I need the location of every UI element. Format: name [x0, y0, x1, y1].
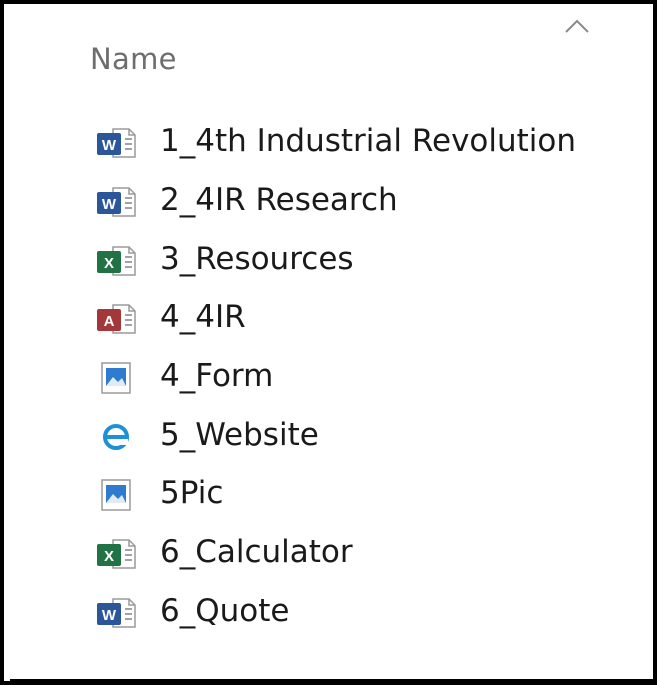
file-row[interactable]: X 6_Calculator [4, 525, 653, 584]
image-file-icon [101, 479, 131, 512]
svg-text:A: A [104, 313, 115, 330]
internet-explorer-icon [103, 423, 129, 450]
file-name[interactable]: 5_Website [160, 417, 319, 453]
svg-text:X: X [104, 548, 114, 565]
image-file-icon [101, 362, 131, 394]
file-list: W 1_4th Industrial Revolution W 2_4IR Resea… [4, 114, 653, 642]
file-name[interactable]: 4_Form [160, 358, 273, 394]
word-doc-icon: W [97, 128, 136, 159]
excel-sheet-icon: X [97, 245, 136, 276]
svg-text:X: X [104, 255, 114, 272]
file-row[interactable]: W 1_4th Industrial Revolution [4, 114, 653, 173]
file-row[interactable]: 5Pic [4, 466, 653, 525]
word-doc-icon: W [97, 187, 136, 217]
file-row[interactable]: W 2_4IR Research [4, 173, 653, 232]
file-row[interactable]: 4_Form [4, 349, 653, 408]
file-row[interactable]: A 4_4IR [4, 290, 653, 349]
file-name[interactable]: 1_4th Industrial Revolution [160, 124, 576, 160]
file-row[interactable]: W 6_Quote [4, 584, 653, 643]
word-doc-icon: W [97, 598, 136, 628]
file-name[interactable]: 4_4IR [160, 300, 246, 336]
file-name[interactable]: 6_Quote [160, 593, 289, 629]
frame-bottom-border [10, 679, 653, 681]
sort-ascending-chevron-icon[interactable] [564, 18, 590, 34]
svg-text:W: W [102, 137, 117, 154]
file-row[interactable]: 5_Website [4, 407, 653, 466]
file-name[interactable]: 2_4IR Research [160, 182, 398, 218]
file-name[interactable]: 5Pic [160, 476, 223, 512]
file-row[interactable]: X 3_Resources [4, 231, 653, 290]
file-name[interactable]: 6_Calculator [160, 534, 353, 570]
access-db-icon: A [97, 304, 136, 335]
svg-text:W: W [102, 607, 117, 624]
file-explorer-pane: Name W 1_4th Industrial Revolution W 2_4IR … [0, 0, 657, 685]
file-name[interactable]: 3_Resources [160, 241, 354, 277]
excel-sheet-icon: X [97, 539, 136, 569]
svg-text:W: W [102, 196, 117, 213]
name-column-header[interactable]: Name [90, 42, 177, 76]
